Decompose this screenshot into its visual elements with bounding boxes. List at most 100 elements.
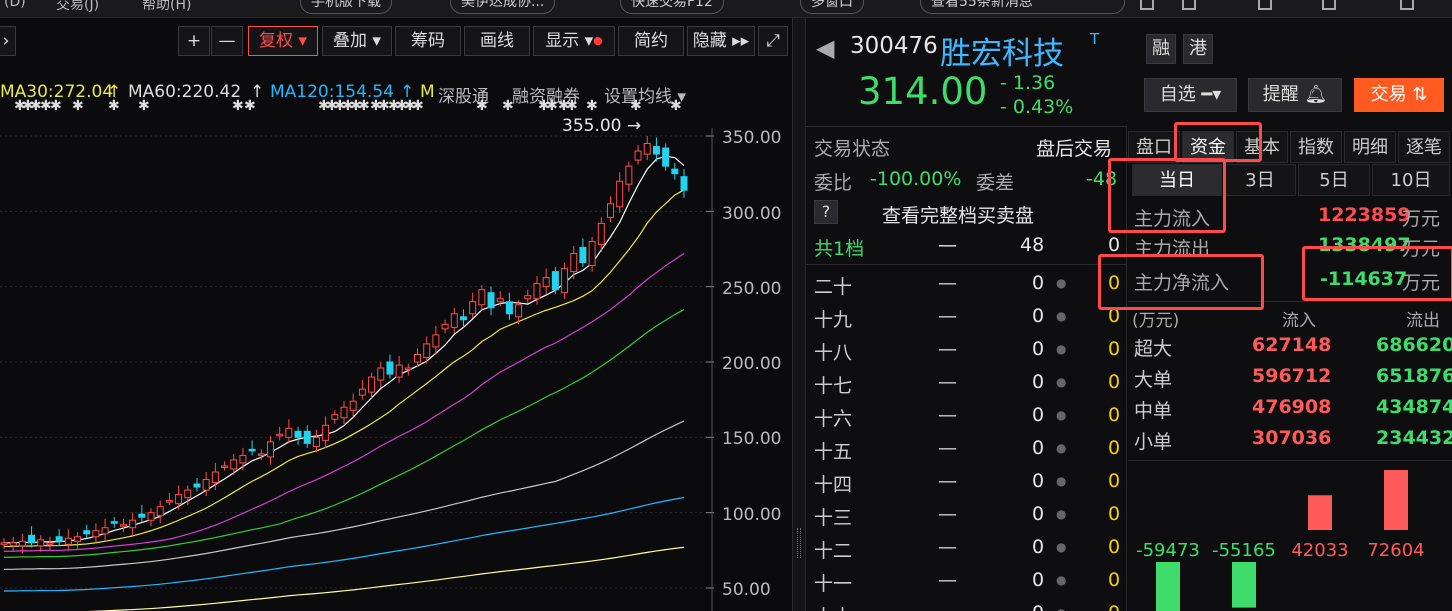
event-marker-icon: ✱ <box>546 98 558 114</box>
window-layout-icon[interactable] <box>1140 0 1154 10</box>
tab-mingxi[interactable]: 明细 <box>1344 131 1396 163</box>
window-pin-icon[interactable] <box>1182 0 1196 10</box>
candle-body <box>680 176 688 191</box>
candle-body <box>505 301 513 315</box>
orderbook-volume: 0 <box>1032 404 1045 426</box>
fund-bar-label: 42033 <box>1291 540 1348 561</box>
candle-body <box>395 364 403 378</box>
tixing-label: 提醒 <box>1262 84 1299 105</box>
orderbook-row: 十十 — 0 ● 0 <box>806 598 1126 611</box>
candle-body <box>9 542 17 547</box>
period-3d[interactable]: 3日 <box>1224 164 1296 196</box>
dot-icon: ● <box>1056 540 1067 554</box>
orderbook-volume: 0 <box>1032 470 1045 492</box>
candle-body <box>156 506 164 517</box>
rong-badge[interactable]: 融 <box>1146 34 1176 64</box>
news-pill[interactable]: 美伊达成协... <box>450 0 556 14</box>
fund-row-outflow: 686620 <box>1376 334 1452 356</box>
fund-bar <box>1156 562 1180 611</box>
panel-splitter[interactable] <box>792 18 806 611</box>
current-price: 314.00 <box>858 70 988 113</box>
candle-body <box>28 534 36 544</box>
orderbook-row: 十七 — 0 ● 0 <box>806 367 1126 400</box>
orderbook-price: — <box>938 536 957 558</box>
y-tick-label: 300.00 <box>722 204 782 224</box>
orderbook-row: 十四 — 0 ● 0 <box>806 466 1126 499</box>
menu-item-help[interactable]: 帮助(H) <box>142 0 191 14</box>
period-10d[interactable]: 10日 <box>1372 164 1450 196</box>
orderbook-change: 0 <box>1108 470 1121 492</box>
menu-item[interactable]: (D) <box>4 0 26 10</box>
view-full-orderbook-link[interactable]: 查看完整档买卖盘 <box>882 201 1034 228</box>
event-marker-icon: ✱ <box>244 98 256 114</box>
orderbook-volume: 0 <box>1032 305 1045 327</box>
orderbook-level: 十四 <box>814 474 853 496</box>
ma-line <box>4 155 685 544</box>
candle-body <box>165 500 173 503</box>
gang-badge[interactable]: 港 <box>1183 34 1213 64</box>
candle-body <box>92 530 100 538</box>
candle-body <box>193 483 201 488</box>
weibi-value: -100.00% <box>870 168 962 190</box>
candle-body <box>634 150 642 161</box>
ma-line <box>4 189 685 548</box>
status-value: 盘后交易 <box>1036 138 1113 160</box>
trade-button[interactable]: 交易 ⇅ <box>1354 78 1444 112</box>
orderbook-level: 二十 <box>814 276 853 298</box>
event-marker-icon: ✱ <box>232 98 244 114</box>
max-price-value: 355.00 <box>562 116 622 136</box>
orderbook-volume: 0 <box>1032 602 1044 611</box>
dot-icon: ● <box>1056 276 1067 290</box>
quick-trade-pill[interactable]: 快速交易F12 <box>620 0 724 14</box>
dot-icon: ● <box>1056 342 1067 356</box>
candle-body <box>230 459 238 470</box>
candle-body <box>469 301 477 315</box>
weicha-label: 委差 <box>976 172 1015 194</box>
orderbook-price: — <box>938 569 957 591</box>
tab-zhubi[interactable]: 逐笔 <box>1398 131 1450 163</box>
kline-chart-panel[interactable]: › + — 复权 ▾ 叠加 ▾ 筹码 画线 显示 ▾● 简约 隐藏 ▸▸ ⤢ M… <box>0 18 792 611</box>
orderbook-change: 0 <box>1108 437 1121 459</box>
ma-line <box>4 309 685 558</box>
zixuan-button[interactable]: 自选 ━▾ <box>1144 78 1237 112</box>
orderbook-row: 十五 — 0 ● 0 <box>806 433 1126 466</box>
candle-body <box>239 454 247 464</box>
dot-icon: ● <box>1056 606 1066 611</box>
minimize-icon[interactable] <box>1258 0 1272 10</box>
event-marker-icon: ✱ <box>412 98 424 114</box>
multi-window-pill[interactable]: 多窗口 <box>800 0 864 14</box>
gong1dang-label: 共1档 <box>814 238 865 260</box>
news-search-box[interactable]: 查看55条新消息 <box>920 0 1125 14</box>
orderbook-price: — <box>938 602 957 611</box>
candle-body <box>643 143 651 155</box>
candle-body <box>110 521 118 524</box>
orderbook-price: — <box>938 371 957 393</box>
orderbook-price: — <box>938 503 957 525</box>
prev-stock-icon[interactable]: ◀ <box>816 34 834 62</box>
candle-body <box>331 414 339 420</box>
candle-body <box>386 361 394 375</box>
t-tag: T <box>1090 30 1100 48</box>
candle-body <box>266 441 274 458</box>
candle-body <box>515 304 523 318</box>
table-out-header: 流出 <box>1406 311 1440 331</box>
maximize-icon[interactable] <box>1322 0 1336 10</box>
y-tick-label: 200.00 <box>722 354 782 374</box>
event-marker-icon: ✱ <box>476 98 488 114</box>
unit-label: 万元 <box>1402 208 1441 230</box>
candle-body <box>542 277 550 288</box>
help-icon[interactable]: ? <box>814 200 838 224</box>
orderbook-level: 十八 <box>814 342 853 364</box>
candle-body <box>579 246 587 264</box>
orderbook-change: 0 <box>1108 536 1121 558</box>
dot-icon: ● <box>1056 408 1067 422</box>
menu-item-trade[interactable]: 交易(J) <box>56 0 99 14</box>
candle-body <box>303 430 311 444</box>
mobile-download-pill[interactable]: 手机版下载 <box>300 0 392 14</box>
tixing-button[interactable]: 提醒 🔔︎ <box>1248 78 1342 112</box>
tab-zhishu[interactable]: 指数 <box>1290 131 1342 163</box>
orderbook-row: 十六 — 0 ● 0 <box>806 400 1126 433</box>
orderbook-volume: 0 <box>1032 536 1045 558</box>
close-icon[interactable] <box>1400 0 1414 10</box>
period-5d[interactable]: 5日 <box>1298 164 1370 196</box>
